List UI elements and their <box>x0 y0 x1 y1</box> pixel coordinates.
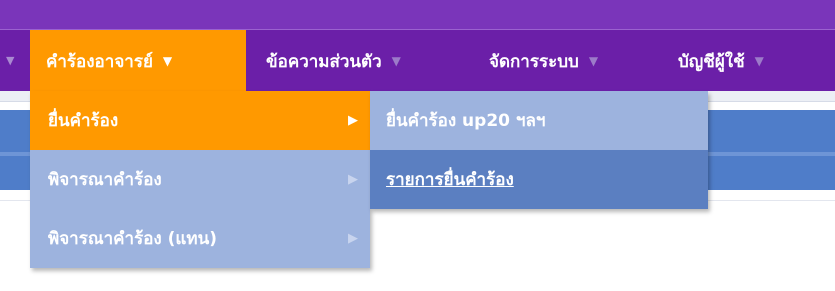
dropdown-item-review-petition-substitute[interactable]: พิจารณาคำร้อง (แทน) ▶ <box>30 209 370 268</box>
menu-user-account[interactable]: บัญชีผู้ใช้ ▼ <box>678 30 764 92</box>
scroll-left-icon[interactable]: ▼ <box>6 54 14 67</box>
main-menubar: ▼ คำร้องอาจารย์ ▼ ข้อความส่วนตัว ▼ จัดกา… <box>0 29 835 92</box>
chevron-right-icon: ▶ <box>348 113 358 128</box>
petition-dropdown-menu: ยื่นคำร้อง ▶ พิจารณาคำร้อง ▶ พิจารณาคำร้… <box>30 91 370 268</box>
menu-label: จัดการระบบ <box>489 51 579 72</box>
dropdown-item-label: ยื่นคำร้อง <box>48 111 119 131</box>
dropdown-item-label: พิจารณาคำร้อง <box>48 170 162 190</box>
chevron-right-icon: ▶ <box>348 231 358 246</box>
submenu-item-label: รายการยื่นคำร้อง <box>386 170 514 190</box>
menu-petition-teacher[interactable]: คำร้องอาจารย์ ▼ <box>30 30 246 92</box>
chevron-down-icon: ▼ <box>754 54 764 68</box>
submenu-item-label: ยื่นคำร้อง up20 ฯลฯ <box>386 111 546 131</box>
chevron-down-icon: ▼ <box>391 54 401 68</box>
submenu-item-submit-up20[interactable]: ยื่นคำร้อง up20 ฯลฯ <box>370 91 708 150</box>
menu-private-messages[interactable]: ข้อความส่วนตัว ▼ <box>266 30 401 92</box>
menu-system-admin[interactable]: จัดการระบบ ▼ <box>489 30 598 92</box>
dropdown-item-submit-petition[interactable]: ยื่นคำร้อง ▶ <box>30 91 370 150</box>
dropdown-item-review-petition[interactable]: พิจารณาคำร้อง ▶ <box>30 150 370 209</box>
top-strip <box>0 0 835 29</box>
chevron-right-icon: ▶ <box>348 172 358 187</box>
chevron-down-icon: ▼ <box>162 54 173 68</box>
submenu-item-petition-list[interactable]: รายการยื่นคำร้อง <box>370 150 708 209</box>
dropdown-item-label: พิจารณาคำร้อง (แทน) <box>48 229 217 249</box>
menu-label: ข้อความส่วนตัว <box>266 51 382 72</box>
submit-petition-submenu: ยื่นคำร้อง up20 ฯลฯ รายการยื่นคำร้อง <box>370 91 708 209</box>
chevron-down-icon: ▼ <box>588 54 599 68</box>
menu-label: คำร้องอาจารย์ <box>46 51 153 72</box>
menu-label: บัญชีผู้ใช้ <box>678 51 745 72</box>
